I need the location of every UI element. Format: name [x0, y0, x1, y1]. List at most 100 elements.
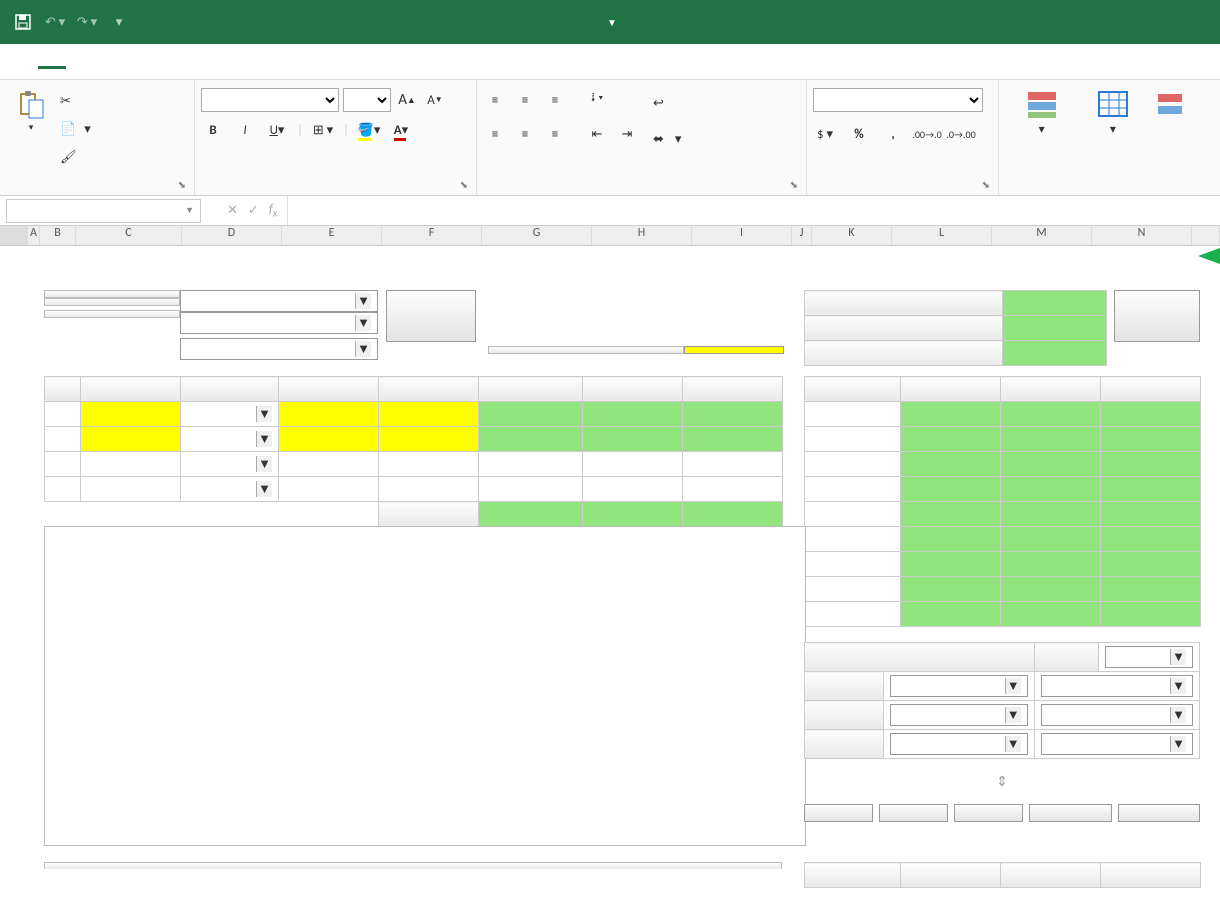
reset-button[interactable] [954, 804, 1023, 822]
number-launcher-icon[interactable]: ⬊ [982, 178, 990, 191]
page-title-row [28, 246, 1220, 266]
max-profit-value [1003, 291, 1107, 316]
menu-review[interactable] [188, 56, 216, 68]
alt-position-label [44, 862, 782, 869]
alignment-launcher-icon[interactable]: ⬊ [790, 178, 798, 191]
formula-input[interactable] [287, 196, 1220, 225]
user-guide-button[interactable] [1114, 290, 1200, 342]
fx-icon[interactable]: fx [269, 202, 278, 220]
payoff-chart[interactable] [44, 526, 806, 846]
table-row: ▼ [45, 452, 783, 477]
leg2-type-select[interactable]: ▼ [187, 431, 272, 447]
fill-color-button[interactable]: 🪣 ▾ [357, 118, 381, 142]
font-name-select[interactable] [201, 88, 339, 112]
select-group-select[interactable]: ▼ [180, 312, 378, 334]
key-points-table [804, 376, 1201, 627]
font-color-button[interactable]: A ▾ [389, 118, 413, 142]
green-pos-select[interactable]: ▼ [890, 704, 1028, 726]
copy-icon: 📄 [60, 122, 76, 137]
merge-center-button[interactable]: ⬌ ▾ [653, 126, 681, 152]
align-middle-icon[interactable]: ≡ [513, 88, 537, 112]
italic-button[interactable]: I [233, 118, 257, 142]
decrease-indent-icon[interactable]: ⇤ [585, 122, 609, 146]
filter-groups-select[interactable]: ▼ [180, 290, 378, 312]
logo-icon [1198, 248, 1220, 264]
cancel-formula-icon[interactable]: ✕ [227, 203, 238, 218]
menu-developer[interactable] [248, 56, 276, 68]
menu-bar [0, 44, 1220, 80]
number-format-select[interactable] [813, 88, 983, 112]
red-pos-select[interactable]: ▼ [890, 733, 1028, 755]
worksheet: A B C D E F G H I J K L M N [0, 226, 1220, 246]
qat-customize-icon[interactable]: ▾ [104, 7, 134, 37]
clipboard-launcher-icon[interactable]: ⬊ [178, 178, 186, 191]
merge-icon: ⬌ [653, 132, 664, 147]
titlebar: ↶ ▾ ↷ ▾ ▾ ▼ [0, 0, 1220, 44]
underline-button[interactable]: U ▾ [265, 118, 289, 142]
wrap-text-button[interactable]: ↩ [653, 90, 681, 116]
menu-data[interactable] [158, 56, 186, 68]
leg4-type-select[interactable]: ▼ [187, 481, 272, 497]
select-strategy-select[interactable]: ▼ [180, 338, 378, 360]
redo-icon[interactable]: ↷ ▾ [72, 7, 102, 37]
align-center-icon[interactable]: ≡ [513, 122, 537, 146]
align-left-icon[interactable]: ≡ [483, 122, 507, 146]
zoom-out-button[interactable] [1118, 804, 1200, 822]
red-series-select[interactable]: ▼ [1041, 733, 1193, 755]
align-bottom-icon[interactable]: ≡ [543, 88, 567, 112]
save-icon[interactable] [8, 7, 38, 37]
comma-format-icon[interactable]: , [881, 122, 905, 146]
table-row: ▼ [45, 427, 783, 452]
max-loss-label [805, 316, 1003, 341]
yaxis-select[interactable]: ▼ [1105, 646, 1193, 668]
orientation-icon[interactable]: ⭭ ▾ [585, 88, 609, 112]
name-box[interactable]: ▼ [6, 199, 201, 223]
nav-next-button[interactable] [879, 804, 948, 822]
ribbon: ▾ ✂ 📄 ▾ 🖌 ⬊ A▲ A▼ B I U ▾ | ⊞ ▾ [0, 80, 1220, 196]
conditional-formatting-button[interactable]: ▾ [1005, 84, 1078, 137]
menu-pagelayout[interactable] [98, 56, 126, 68]
increase-font-icon[interactable]: A▲ [395, 88, 419, 112]
copy-button[interactable]: 📄 ▾ [60, 116, 91, 142]
menu-home[interactable] [38, 54, 66, 69]
sheet-content: ▼ ▼ ▼ [28, 246, 1220, 266]
table-row: ▼ [45, 402, 783, 427]
menu-formulas[interactable] [128, 56, 156, 68]
undo-icon[interactable]: ↶ ▾ [40, 7, 70, 37]
leg3-type-select[interactable]: ▼ [187, 456, 272, 472]
workbook-title[interactable]: ▼ [603, 16, 617, 29]
font-size-select[interactable] [343, 88, 391, 112]
cut-button[interactable]: ✂ [60, 88, 91, 114]
menu-file[interactable] [8, 56, 36, 68]
table-row: ▼ [45, 477, 783, 502]
menu-help[interactable] [278, 56, 306, 68]
cell-styles-button[interactable] [1148, 84, 1194, 122]
blue-pos-select[interactable]: ▼ [890, 675, 1028, 697]
underlying-price-value[interactable] [684, 346, 784, 354]
reward-risk-label [805, 341, 1003, 366]
percent-format-icon[interactable]: % [847, 122, 871, 146]
accept-formula-icon[interactable]: ✓ [248, 203, 259, 218]
border-button[interactable]: ⊞ ▾ [311, 118, 335, 142]
increase-indent-icon[interactable]: ⇥ [615, 122, 639, 146]
green-series-select[interactable]: ▼ [1041, 704, 1193, 726]
format-as-table-button[interactable]: ▾ [1082, 84, 1143, 137]
font-launcher-icon[interactable]: ⬊ [460, 178, 468, 191]
menu-view[interactable] [218, 56, 246, 68]
blue-series-select[interactable]: ▼ [1041, 675, 1193, 697]
bold-button[interactable]: B [201, 118, 225, 142]
decrease-decimal-icon[interactable]: .0→.00 [949, 122, 973, 146]
increase-decimal-icon[interactable]: .00→.0 [915, 122, 939, 146]
paste-button[interactable]: ▾ [6, 84, 56, 133]
reset-position-button[interactable] [386, 290, 476, 342]
nav-prev-button[interactable] [804, 804, 873, 822]
align-top-icon[interactable]: ≡ [483, 88, 507, 112]
menu-insert[interactable] [68, 56, 96, 68]
leg1-type-select[interactable]: ▼ [187, 406, 272, 422]
resize-hint: ⇕ [804, 759, 1200, 804]
accounting-format-icon[interactable]: $ ▾ [813, 122, 837, 146]
zoom-in-button[interactable] [1029, 804, 1111, 822]
decrease-font-icon[interactable]: A▼ [423, 88, 447, 112]
align-right-icon[interactable]: ≡ [543, 122, 567, 146]
format-painter-button[interactable]: 🖌 [60, 144, 91, 170]
